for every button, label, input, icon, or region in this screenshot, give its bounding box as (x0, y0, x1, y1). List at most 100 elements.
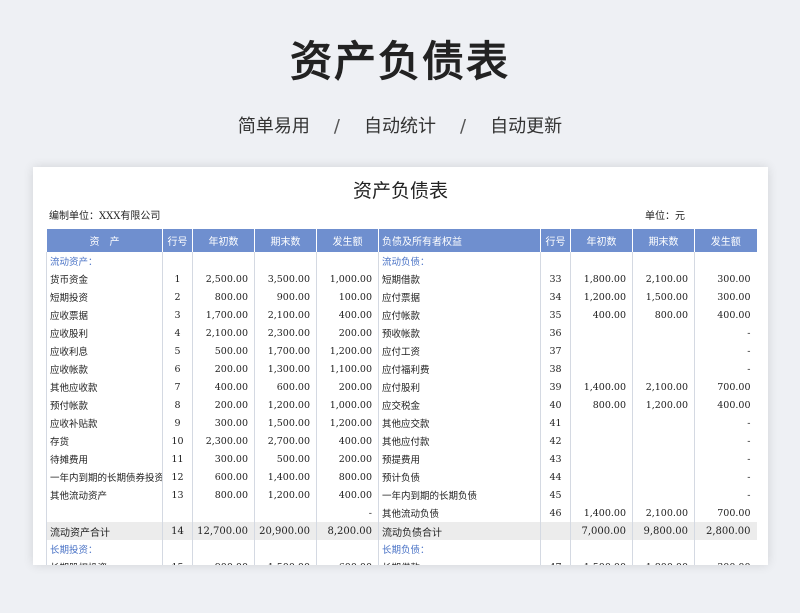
table-cell[interactable]: - (694, 432, 757, 450)
table-cell[interactable] (632, 486, 695, 504)
table-cell[interactable] (632, 360, 695, 378)
table-cell[interactable]: 长期股权投资 (46, 558, 163, 565)
table-cell[interactable]: 300.00 (694, 288, 757, 306)
table-cell[interactable]: 900.00 (254, 288, 317, 306)
table-cell[interactable]: 7,000.00 (570, 522, 633, 540)
table-cell[interactable]: 500.00 (254, 450, 317, 468)
table-cell[interactable] (192, 252, 255, 270)
table-cell[interactable]: 700.00 (694, 378, 757, 396)
table-cell[interactable]: 400.00 (316, 486, 379, 504)
table-cell[interactable]: 800.00 (316, 468, 379, 486)
table-cell[interactable]: 9 (162, 414, 193, 432)
table-cell[interactable]: 300.00 (694, 558, 757, 565)
table-cell[interactable]: 2,100.00 (632, 378, 695, 396)
table-cell[interactable]: 1,500.00 (570, 558, 633, 565)
table-cell[interactable]: 存货 (46, 432, 163, 450)
table-cell[interactable]: 1,200.00 (254, 396, 317, 414)
table-cell[interactable]: 其他流动负债 (378, 504, 541, 522)
table-cell[interactable]: 42 (540, 432, 571, 450)
table-cell[interactable] (570, 414, 633, 432)
table-cell[interactable]: 900.00 (192, 558, 255, 565)
table-cell[interactable]: 2,300.00 (192, 432, 255, 450)
table-cell[interactable]: 12 (162, 468, 193, 486)
table-cell[interactable] (694, 540, 757, 558)
table-cell[interactable]: 6 (162, 360, 193, 378)
table-cell[interactable]: 2,100.00 (632, 270, 695, 288)
table-cell[interactable]: 38 (540, 360, 571, 378)
table-cell[interactable] (540, 252, 571, 270)
table-cell[interactable]: 流动资产： (46, 252, 163, 270)
table-cell[interactable]: 1,300.00 (254, 360, 317, 378)
table-cell[interactable] (192, 504, 255, 522)
table-cell[interactable]: 8,200.00 (316, 522, 379, 540)
table-cell[interactable]: 700.00 (694, 504, 757, 522)
table-cell[interactable]: 11 (162, 450, 193, 468)
table-cell[interactable] (316, 252, 379, 270)
table-cell[interactable]: 200.00 (192, 360, 255, 378)
table-cell[interactable]: 预收帐款 (378, 324, 541, 342)
table-cell[interactable]: 流动负债： (378, 252, 541, 270)
table-cell[interactable]: 2,500.00 (192, 270, 255, 288)
table-cell[interactable] (632, 414, 695, 432)
table-cell[interactable]: 其他流动资产 (46, 486, 163, 504)
table-cell[interactable]: 2,100.00 (192, 324, 255, 342)
table-cell[interactable]: 1,200.00 (254, 486, 317, 504)
table-cell[interactable] (254, 540, 317, 558)
table-cell[interactable]: 1,400.00 (254, 468, 317, 486)
table-cell[interactable]: 41 (540, 414, 571, 432)
table-cell[interactable]: 1,100.00 (316, 360, 379, 378)
table-cell[interactable]: 39 (540, 378, 571, 396)
table-cell[interactable] (570, 450, 633, 468)
table-cell[interactable]: 400.00 (694, 396, 757, 414)
table-cell[interactable] (540, 540, 571, 558)
table-cell[interactable]: 预付帐款 (46, 396, 163, 414)
table-cell[interactable] (254, 252, 317, 270)
table-cell[interactable]: 短期借款 (378, 270, 541, 288)
table-cell[interactable]: 600.00 (316, 558, 379, 565)
table-cell[interactable]: 1,800.00 (632, 558, 695, 565)
table-cell[interactable]: 1,200.00 (316, 342, 379, 360)
table-cell[interactable] (570, 342, 633, 360)
table-cell[interactable]: 600.00 (254, 378, 317, 396)
table-cell[interactable] (162, 252, 193, 270)
table-cell[interactable]: 13 (162, 486, 193, 504)
table-cell[interactable]: 7 (162, 378, 193, 396)
table-cell[interactable]: 2,100.00 (254, 306, 317, 324)
table-cell[interactable]: 1,500.00 (254, 414, 317, 432)
table-cell[interactable]: 2,300.00 (254, 324, 317, 342)
table-cell[interactable]: 其他应交款 (378, 414, 541, 432)
table-cell[interactable]: - (694, 342, 757, 360)
table-cell[interactable]: 其他应收款 (46, 378, 163, 396)
table-cell[interactable]: 400.00 (316, 432, 379, 450)
table-cell[interactable]: 12,700.00 (192, 522, 255, 540)
table-cell[interactable]: 1 (162, 270, 193, 288)
table-cell[interactable]: 长期借款 (378, 558, 541, 565)
table-cell[interactable]: 应付工资 (378, 342, 541, 360)
table-cell[interactable]: 15 (162, 558, 193, 565)
table-cell[interactable] (570, 360, 633, 378)
table-cell[interactable] (162, 504, 193, 522)
table-cell[interactable]: 预计负债 (378, 468, 541, 486)
table-cell[interactable] (632, 450, 695, 468)
table-cell[interactable] (570, 432, 633, 450)
table-cell[interactable] (162, 540, 193, 558)
table-cell[interactable] (254, 504, 317, 522)
table-cell[interactable]: 20,900.00 (254, 522, 317, 540)
table-cell[interactable]: 400.00 (192, 378, 255, 396)
table-cell[interactable] (632, 324, 695, 342)
table-cell[interactable]: 14 (162, 522, 193, 540)
table-cell[interactable]: - (694, 414, 757, 432)
table-cell[interactable] (632, 342, 695, 360)
table-cell[interactable]: 4 (162, 324, 193, 342)
table-cell[interactable]: 2,700.00 (254, 432, 317, 450)
table-cell[interactable]: 800.00 (192, 288, 255, 306)
table-cell[interactable]: 43 (540, 450, 571, 468)
table-cell[interactable]: 1,000.00 (316, 396, 379, 414)
table-cell[interactable]: 1,800.00 (570, 270, 633, 288)
table-cell[interactable]: 1,000.00 (316, 270, 379, 288)
table-cell[interactable] (570, 468, 633, 486)
table-cell[interactable]: 47 (540, 558, 571, 565)
table-cell[interactable]: 400.00 (570, 306, 633, 324)
table-cell[interactable]: 1,500.00 (632, 288, 695, 306)
table-cell[interactable]: 44 (540, 468, 571, 486)
